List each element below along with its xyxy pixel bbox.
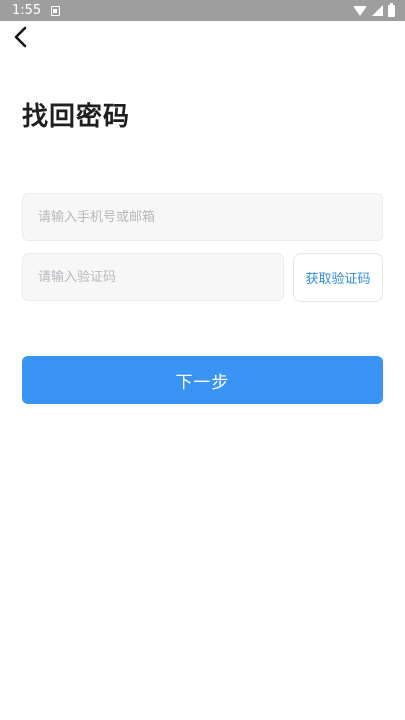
status-time: 1:55 (12, 3, 42, 18)
account-input[interactable] (38, 209, 382, 225)
get-code-button[interactable]: 获取验证码 (293, 253, 383, 302)
status-bar: 1:55 (0, 0, 405, 21)
account-field[interactable] (22, 193, 383, 241)
verification-code-field[interactable] (22, 253, 284, 301)
battery-icon (388, 2, 395, 17)
chevron-left-icon (14, 26, 27, 48)
status-right (353, 2, 395, 17)
wifi-icon (353, 5, 367, 16)
next-button[interactable]: 下一步 (22, 356, 383, 404)
page-title: 找回密码 (22, 102, 131, 132)
back-button[interactable] (6, 22, 36, 52)
notification-icon (51, 5, 61, 16)
status-left: 1:55 (12, 3, 61, 18)
signal-icon (372, 5, 383, 16)
verification-code-input[interactable] (38, 269, 283, 285)
